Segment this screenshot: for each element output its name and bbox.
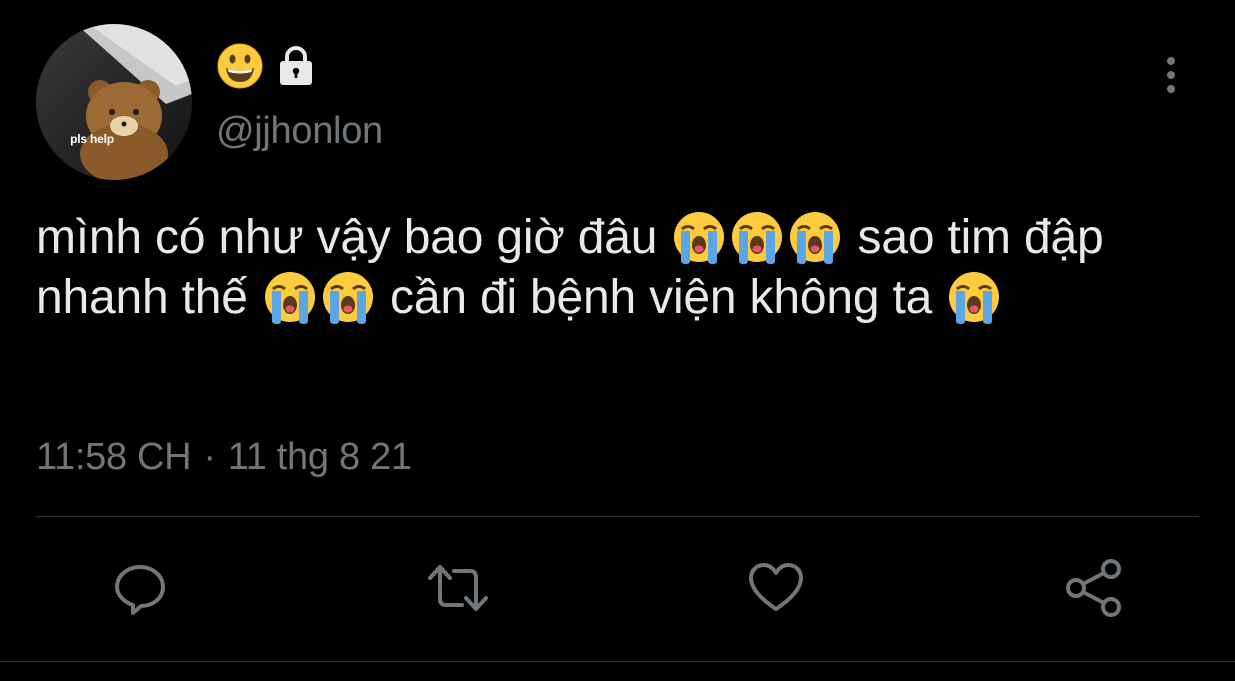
user-handle[interactable]: @jjhonlon — [216, 110, 383, 153]
loudly-crying-face-emoji — [729, 209, 785, 265]
display-name[interactable] — [216, 42, 318, 95]
loudly-crying-face-emoji — [671, 209, 727, 265]
reply-button[interactable] — [108, 556, 172, 620]
avatar[interactable]: pls help — [36, 24, 192, 180]
tweet-time: 11:58 CH — [36, 436, 192, 478]
divider — [36, 516, 1199, 517]
meta-separator: · — [203, 436, 216, 478]
share-button[interactable] — [1062, 556, 1126, 620]
reply-icon — [115, 565, 165, 615]
loudly-crying-face-emoji — [946, 269, 1002, 325]
avatar-image — [36, 24, 192, 180]
tweet-timestamp[interactable]: 11:58 CH · 11 thg 8 21 — [36, 436, 412, 479]
lock-icon — [274, 44, 318, 93]
bottom-divider — [0, 661, 1235, 662]
more-vertical-icon — [1167, 57, 1175, 93]
share-icon — [1066, 559, 1121, 617]
grinning-face-emoji — [216, 42, 264, 95]
like-button[interactable] — [744, 556, 808, 620]
tweet-text: mình có như vậy bao giờ đâu sao tim đập … — [36, 208, 1196, 328]
avatar-caption: pls help — [70, 132, 114, 146]
retweet-icon — [428, 565, 488, 611]
loudly-crying-face-emoji — [320, 269, 376, 325]
heart-icon — [749, 563, 803, 611]
loudly-crying-face-emoji — [787, 209, 843, 265]
loudly-crying-face-emoji — [262, 269, 318, 325]
more-menu-button[interactable] — [1156, 52, 1186, 98]
tweet-date: 11 thg 8 21 — [227, 436, 412, 478]
retweet-button[interactable] — [426, 556, 490, 620]
tweet-text-segment: cần đi bệnh viện không ta — [390, 271, 933, 324]
tweet-text-segment: mình có như vậy bao giờ đâu — [36, 211, 658, 264]
